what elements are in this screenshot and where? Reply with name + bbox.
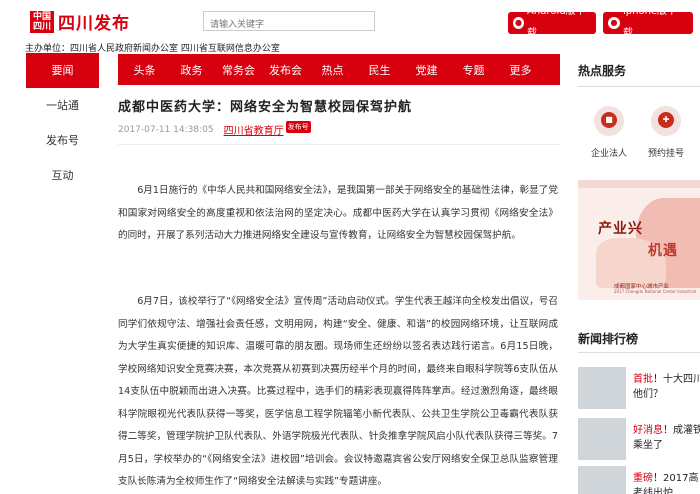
main-nav-item[interactable]: 热点 xyxy=(309,62,356,78)
main-nav-item[interactable]: 党建 xyxy=(403,62,450,78)
iphone-download-button[interactable]: ● iphone版下载 xyxy=(603,6,693,39)
logo-text: 四川发布 xyxy=(58,14,130,34)
main-nav-item[interactable]: 常务会 xyxy=(215,62,262,78)
news-tag: 好消息 xyxy=(633,425,663,436)
android-download-label: Android版下载 xyxy=(527,6,586,39)
news-headline: 首批！十大四川他们？ xyxy=(633,372,700,402)
service-label: 企业法人 xyxy=(590,149,627,159)
site-logo[interactable]: 中国四川 四川发布 xyxy=(30,9,130,34)
top-bar: 中国四川 四川发布 ● Android版下载 ● iphone版下载 xyxy=(0,0,700,41)
banner-caption-en: 2017 Chengdu National Center Industrial xyxy=(614,289,697,294)
search-box[interactable] xyxy=(203,11,375,34)
news-thumbnail xyxy=(578,367,626,409)
apple-icon: ● xyxy=(608,17,620,29)
logo-mark: 中国四川 xyxy=(30,10,54,33)
main-nav-item[interactable]: 头条 xyxy=(121,62,168,78)
building-icon: ■ xyxy=(601,112,617,128)
service-icon-bg: ✚ xyxy=(651,106,681,136)
article-paragraph: 6月1日施行的《中华人民共和国网络安全法》，是我国第一部关于网络安全的基础性法律… xyxy=(118,185,558,241)
banner-subheadline: 机遇 xyxy=(648,243,678,259)
news-tag: 首批 xyxy=(633,374,653,385)
android-icon: ● xyxy=(513,17,524,29)
sidebar-divider xyxy=(578,352,700,353)
search-input[interactable] xyxy=(204,16,374,34)
iphone-download-label: iphone版下载 xyxy=(622,6,678,39)
ranking-news-item[interactable]: 首批！十大四川他们？ xyxy=(578,367,700,409)
service-label: 预约挂号 xyxy=(647,149,684,159)
banner-headline: 产业兴 xyxy=(598,221,643,237)
article-title: 成都中医药大学：网络安全为智慧校园保驾护航 xyxy=(118,100,413,115)
article-source-link[interactable]: 四川省教育厅 xyxy=(224,122,284,137)
article-meta: 2017-07-11 14:38:05 四川省教育厅 发布号 xyxy=(118,120,311,137)
article-paragraph: 6月7日，该校举行了“《网络安全法》宣传周”活动启动仪式。学生代表王越洋向全校发… xyxy=(118,296,558,487)
sidebar-divider xyxy=(578,86,700,87)
left-nav: 要闻 一站通 发布号 互动 xyxy=(26,53,99,193)
main-nav-item[interactable]: 更多 xyxy=(497,62,544,78)
main-nav-item[interactable]: 政务 xyxy=(168,62,215,78)
service-icon-bg: ■ xyxy=(594,106,624,136)
main-nav: 头条 政务 常务会 发布会 热点 民生 党建 专题 更多 xyxy=(118,54,560,85)
news-thumbnail xyxy=(578,418,626,460)
main-nav-item[interactable]: 专题 xyxy=(450,62,497,78)
left-nav-item-news[interactable]: 要闻 xyxy=(26,53,99,88)
doctor-icon: ✚ xyxy=(658,112,674,128)
banner-top-strip xyxy=(578,180,700,188)
article-time: 2017-07-11 14:38:05 xyxy=(118,124,214,135)
news-tag: 重磅 xyxy=(633,473,653,484)
hot-services-title: 热点服务 xyxy=(578,64,627,78)
news-headline: 重磅！2017高考线出炉 xyxy=(633,471,700,494)
main-nav-item[interactable]: 民生 xyxy=(356,62,403,78)
news-thumbnail xyxy=(578,466,626,494)
promo-banner[interactable]: 产业兴 机遇 成都国家中心城市产业 2017 Chengdu National … xyxy=(578,180,700,300)
ranking-news-item[interactable]: 好消息！成灌铁乘坐了 xyxy=(578,418,700,460)
publisher-badge: 发布号 xyxy=(285,120,311,133)
ranking-news-item[interactable]: 重磅！2017高考线出炉 xyxy=(578,466,700,494)
left-nav-item-one-stop[interactable]: 一站通 xyxy=(26,88,99,123)
article-divider xyxy=(118,144,560,145)
news-ranking-title: 新闻排行榜 xyxy=(578,332,639,346)
page: 中国四川 四川发布 ● Android版下载 ● iphone版下载 主办单位：… xyxy=(0,0,700,494)
news-headline: 好消息！成灌铁乘坐了 xyxy=(633,423,700,453)
android-download-button[interactable]: ● Android版下载 xyxy=(508,6,596,39)
left-nav-item-interact[interactable]: 互动 xyxy=(26,158,99,193)
left-nav-item-publisher[interactable]: 发布号 xyxy=(26,123,99,158)
main-nav-item[interactable]: 发布会 xyxy=(262,62,309,78)
service-item-enterprise[interactable]: ■ 企业法人 xyxy=(584,106,634,159)
service-item-appointment[interactable]: ✚ 预约挂号 xyxy=(641,106,691,159)
